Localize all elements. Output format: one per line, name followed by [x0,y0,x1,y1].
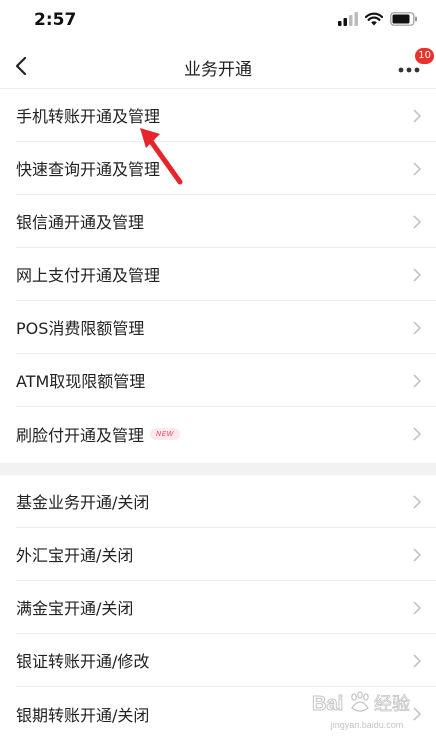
svg-text:经验: 经验 [374,694,410,715]
notification-badge: 10 [415,48,434,64]
list-item-label: 刷脸付开通及管理 [16,425,145,445]
list-item-yinxintong[interactable]: 银信通开通及管理 [16,195,436,248]
wifi-icon [365,12,383,26]
signal-icon [338,12,358,26]
list-item-label: 基金业务开通/关闭 [16,493,150,512]
list-item-atm-limit[interactable]: ATM取现限额管理 [16,354,436,407]
chevron-right-icon [413,162,422,176]
chevron-right-icon [413,427,422,441]
status-time: 2:57 [34,10,77,30]
chevron-right-icon [413,109,422,123]
service-list-primary: 手机转账开通及管理 快速查询开通及管理 银信通开通及管理 网上支付开通及管理 P… [0,89,436,460]
status-icons [338,12,418,26]
annotation-arrow-icon [140,128,183,185]
list-item-quick-query[interactable]: 快速查询开通及管理 [16,142,436,195]
list-item-online-payment[interactable]: 网上支付开通及管理 [16,248,436,301]
list-item-label: POS消费限额管理 [16,319,145,338]
chevron-right-icon [413,268,422,282]
svg-text:Bai: Bai [312,693,343,715]
chevron-right-icon [413,654,422,668]
list-item-label: 银信通开通及管理 [16,213,145,232]
list-item-label: ATM取现限额管理 [16,372,146,391]
battery-icon [390,12,417,26]
list-item-label: 银期转账开通/关闭 [16,705,150,725]
list-item-forex[interactable]: 外汇宝开通/关闭 [16,528,436,581]
chevron-right-icon [413,495,422,509]
list-item-bank-securities[interactable]: 银证转账开通/修改 [16,634,436,687]
page-title: 业务开通 [184,60,252,80]
nav-bar: 业务开通 10 [0,44,436,89]
chevron-right-icon [413,601,422,615]
list-item-label: 外汇宝开通/关闭 [16,546,134,565]
section-divider [0,463,436,475]
chevron-right-icon [413,321,422,335]
list-item-manjinbao[interactable]: 满金宝开通/关闭 [16,581,436,634]
baidu-paw-icon: Bai 经验 [312,691,410,716]
list-item-face-pay[interactable]: 刷脸付开通及管理 NEW [16,407,436,460]
list-item-label: 网上支付开通及管理 [16,266,161,285]
list-item-fund-business[interactable]: 基金业务开通/关闭 [16,475,436,528]
list-item-label: 满金宝开通/关闭 [16,599,134,618]
chevron-right-icon [413,215,422,229]
baidu-watermark: Bai 经验 jingyan.baidu.com [312,688,422,730]
watermark-url: jingyan.baidu.com [330,720,404,730]
list-item-pos-limit[interactable]: POS消费限额管理 [16,301,436,354]
chevron-right-icon [413,548,422,562]
status-bar: 2:57 [0,0,436,44]
new-badge: NEW [150,427,181,440]
chevron-right-icon [413,374,422,388]
list-item-label: 银证转账开通/修改 [16,652,150,671]
list-item-mobile-transfer[interactable]: 手机转账开通及管理 [16,89,436,142]
